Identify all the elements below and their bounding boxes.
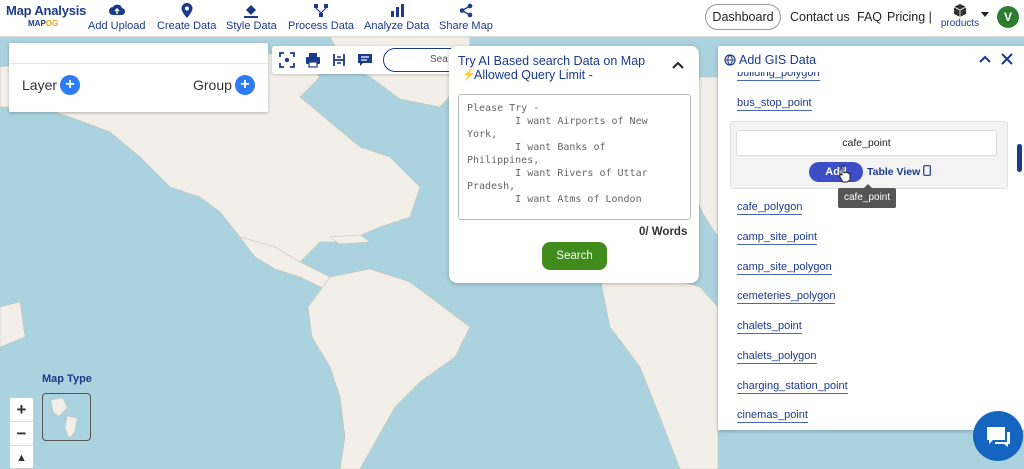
ai-query-textarea[interactable]: Please Try - I want Airports of New York…: [458, 94, 691, 220]
pricing-link[interactable]: Pricing |: [887, 10, 932, 24]
gis-item-cafe-polygon[interactable]: cafe_polygon: [737, 201, 803, 215]
zoom-control: + − ▲: [9, 397, 34, 469]
chat-support-button[interactable]: [973, 411, 1023, 461]
nav-label: Process Data: [288, 20, 355, 32]
process-nodes-icon: [288, 3, 354, 19]
word-count: 0/ Words: [639, 226, 688, 238]
products-menu[interactable]: products: [938, 4, 982, 29]
nav-style-data[interactable]: Style Data: [226, 3, 277, 32]
mobile-icon: [923, 165, 932, 176]
nav-label: Create Data: [157, 20, 217, 32]
map-type-switcher[interactable]: [42, 393, 91, 441]
ai-search-button[interactable]: Search: [542, 242, 607, 270]
table-view-button[interactable]: Table View: [867, 165, 932, 178]
nav-create-data[interactable]: Create Data: [157, 3, 216, 32]
lightning-icon: ⚡: [462, 69, 476, 81]
close-icon[interactable]: [1000, 52, 1014, 66]
map-toolbar: Sea: [272, 46, 463, 74]
layer-label: Layer: [22, 77, 58, 93]
gis-item-camp-site-point[interactable]: camp_site_point: [737, 231, 818, 245]
globe-icon: [724, 54, 736, 66]
chat-bubble-icon: [987, 427, 1010, 447]
products-label: products: [940, 18, 980, 29]
gis-item-chalets-point[interactable]: chalets_point: [737, 320, 802, 334]
gis-item-camp-site-polygon[interactable]: camp_site_polygon: [737, 261, 832, 275]
nav-label: Analyze Data: [364, 20, 430, 32]
faq-link[interactable]: FAQ: [857, 10, 882, 24]
gis-item-cemeteries-polygon[interactable]: cemeteries_polygon: [737, 290, 836, 304]
contact-us-link[interactable]: Contact us: [790, 10, 850, 24]
group-label: Group: [193, 77, 232, 93]
nav-label: Style Data: [226, 20, 277, 32]
add-gis-data-panel: Add GIS Data building_polygon bus_stop_p…: [718, 46, 1024, 430]
gis-panel-title: Add GIS Data: [739, 53, 817, 67]
user-avatar[interactable]: V: [997, 6, 1019, 28]
fullscreen-icon[interactable]: [279, 52, 295, 68]
gis-item-chalets-polygon[interactable]: chalets_polygon: [737, 350, 817, 364]
app-logo[interactable]: Map Analysis MAPOG: [6, 3, 87, 28]
location-pin-icon: [157, 3, 216, 19]
add-layer-button[interactable]: +: [60, 75, 80, 95]
ai-search-title: Try AI Based search Data on Map ⚡ Allowed…: [458, 54, 646, 82]
nav-process-data[interactable]: Process Data: [288, 3, 354, 32]
comment-icon[interactable]: [357, 52, 373, 68]
tooltip: cafe_point: [838, 184, 897, 208]
dashboard-button[interactable]: Dashboard: [705, 4, 781, 30]
gis-item-bus-stop-point[interactable]: bus_stop_point: [737, 97, 812, 111]
add-dataset-button[interactable]: Add: [809, 162, 863, 182]
gis-panel-header: Add GIS Data: [718, 46, 1024, 72]
nav-label: Share Map: [439, 20, 493, 32]
nav-analyze-data[interactable]: Analyze Data: [364, 3, 429, 32]
gis-panel-scrollbar[interactable]: [1017, 144, 1022, 172]
zoom-out-button[interactable]: −: [10, 422, 33, 446]
logo-title: Map Analysis: [6, 3, 87, 18]
nav-add-upload[interactable]: Add Upload: [88, 3, 146, 32]
layer-panel: Layer + Group +: [9, 43, 268, 112]
selected-dataset-name: cafe_point: [736, 130, 997, 156]
cube-icon: [953, 4, 967, 17]
top-navigation-bar: Map Analysis MAPOG Add Upload Create Dat…: [0, 0, 1024, 37]
gis-item-cinemas-point[interactable]: cinemas_point: [737, 409, 808, 423]
compass-reset-button[interactable]: ▲: [10, 446, 33, 469]
hand-cursor-icon: [839, 165, 851, 183]
query-limit-label: Allowed Query Limit -: [474, 68, 593, 82]
nav-share-map[interactable]: Share Map: [439, 3, 493, 32]
nav-label: Add Upload: [88, 20, 146, 32]
add-group-button[interactable]: +: [235, 75, 255, 95]
cloud-upload-icon: [88, 3, 146, 19]
layer-panel-header: [9, 43, 268, 64]
analyze-chart-icon: [364, 3, 429, 19]
logo-subtitle: MAPOG: [28, 19, 59, 28]
share-icon: [439, 3, 493, 19]
map-type-label: Map Type: [42, 373, 92, 385]
paint-bucket-icon: [226, 3, 277, 19]
chevron-up-icon[interactable]: [978, 54, 992, 64]
ai-search-panel: Try AI Based search Data on Map ⚡ Allowed…: [449, 46, 699, 283]
chevron-down-icon[interactable]: [981, 12, 989, 17]
map-type-thumbnail: [50, 397, 78, 439]
zoom-in-button[interactable]: +: [10, 398, 33, 422]
print-icon[interactable]: [305, 52, 321, 68]
gis-item-charging-station-point[interactable]: charging_station_point: [737, 380, 848, 394]
chevron-up-icon[interactable]: [671, 60, 685, 70]
selected-dataset-card: cafe_point Add Table View: [730, 121, 1008, 189]
measure-icon[interactable]: [331, 52, 347, 68]
